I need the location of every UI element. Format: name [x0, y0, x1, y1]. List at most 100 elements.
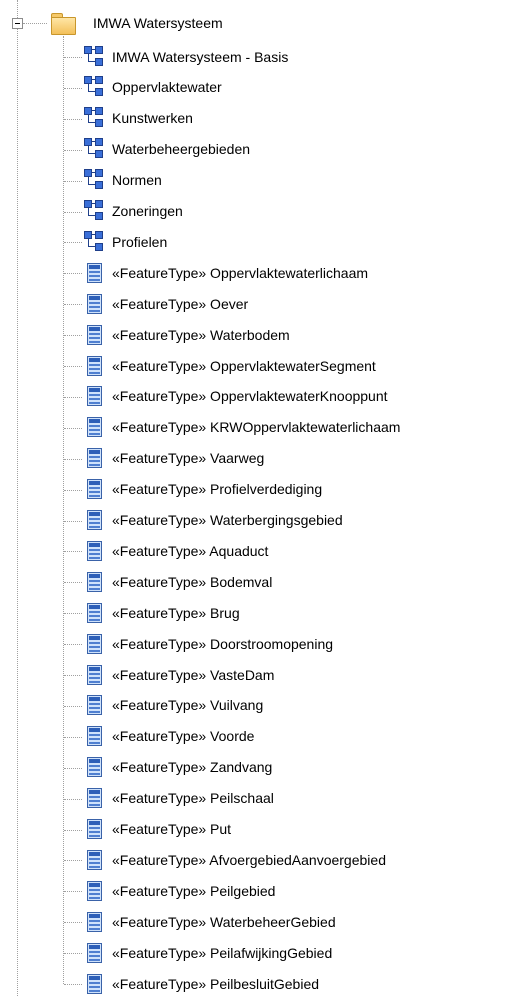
collapse-toggle-icon[interactable] — [12, 18, 23, 29]
tree-guide-line-branch — [64, 335, 82, 337]
tree-featuretype-node[interactable]: «FeatureType» Brug — [82, 598, 507, 627]
tree-guide-line-branch — [64, 953, 82, 955]
tree-featuretype-node[interactable]: «FeatureType» Waterbodem — [82, 320, 507, 349]
tree-featuretype-node[interactable]: «FeatureType» Voorde — [82, 722, 507, 751]
tree-guide-line-left — [17, 0, 18, 18]
package-icon — [82, 45, 106, 69]
tree-node-label: «FeatureType» Doorstroomopening — [112, 635, 334, 652]
tree-guide-line-branch — [64, 613, 82, 615]
tree-featuretype-node[interactable]: «FeatureType» AfvoergebiedAanvoergebied — [82, 845, 507, 874]
featuretype-icon — [82, 972, 106, 996]
tree-featuretype-node[interactable]: «FeatureType» PeilbesluitGebied — [82, 969, 507, 998]
tree-guide-line-branch — [64, 922, 82, 924]
featuretype-icon — [82, 632, 106, 656]
featuretype-icon — [82, 415, 106, 439]
tree-guide-line-branch — [64, 242, 82, 244]
tree-featuretype-node[interactable]: «FeatureType» Bodemval — [82, 567, 507, 596]
featuretype-icon — [82, 879, 106, 903]
tree-guide-line-branch — [64, 798, 82, 800]
featuretype-icon — [82, 446, 106, 470]
tree-featuretype-node[interactable]: «FeatureType» PeilafwijkingGebied — [82, 938, 507, 967]
package-icon — [82, 168, 106, 192]
tree-guide-line-branch — [64, 736, 82, 738]
tree-guide-line-branch — [64, 458, 82, 460]
featuretype-icon — [82, 817, 106, 841]
tree-featuretype-node[interactable]: «FeatureType» Zandvang — [82, 753, 507, 782]
tree-node-label: IMWA Watersysteem - Basis — [112, 48, 289, 65]
tree-node-label: «FeatureType» Put — [112, 821, 232, 837]
tree-root-label: IMWA Watersysteem — [93, 15, 223, 31]
project-browser-tree: IMWA Watersysteem IMWA Watersysteem - Ba… — [0, 0, 507, 996]
tree-featuretype-node[interactable]: «FeatureType» Put — [82, 815, 507, 844]
featuretype-icon — [82, 786, 106, 810]
tree-featuretype-node[interactable]: «FeatureType» Vuilvang — [82, 691, 507, 720]
tree-node-label: «FeatureType» Zandvang — [112, 759, 273, 776]
tree-node-label: «FeatureType» Vuilvang — [112, 697, 264, 714]
tree-node-label: «FeatureType» Peilschaal — [112, 790, 274, 807]
featuretype-icon — [82, 755, 106, 779]
tree-guide-line-branch — [64, 427, 82, 429]
tree-guide-line-branch — [64, 582, 82, 584]
tree-featuretype-node[interactable]: «FeatureType» Profielverdediging — [82, 475, 507, 504]
tree-guide-line-branch — [64, 180, 82, 182]
featuretype-icon — [82, 570, 106, 594]
tree-guide-line-branch — [64, 767, 82, 769]
tree-guide-line-branch — [64, 891, 82, 893]
tree-guide-line-branch — [64, 149, 82, 151]
tree-featuretype-node[interactable]: «FeatureType» Peilschaal — [82, 784, 507, 813]
tree-guide-line-branch — [64, 829, 82, 831]
tree-featuretype-node[interactable]: «FeatureType» VasteDam — [82, 660, 507, 689]
tree-node-label: «FeatureType» WaterbeheerGebied — [112, 913, 336, 930]
tree-guide-line-branch — [64, 304, 82, 306]
tree-root-node[interactable]: IMWA Watersysteem — [50, 11, 223, 35]
tree-package-node[interactable]: Oppervlaktewater — [82, 73, 507, 102]
tree-featuretype-node[interactable]: «FeatureType» Oever — [82, 289, 507, 318]
tree-node-label: «FeatureType» Profielverdediging — [112, 481, 323, 498]
tree-node-label: «FeatureType» Oever — [112, 295, 249, 312]
tree-featuretype-node[interactable]: «FeatureType» OppervlaktewaterSegment — [82, 351, 507, 380]
tree-package-node[interactable]: IMWA Watersysteem - Basis — [82, 42, 507, 71]
package-icon — [82, 106, 106, 130]
tree-guide-line-branch — [64, 396, 82, 398]
tree-node-label: «FeatureType» Bodemval — [112, 573, 273, 590]
tree-node-label: «FeatureType» OppervlaktewaterKnooppunt — [112, 388, 388, 405]
tree-featuretype-node[interactable]: «FeatureType» Doorstroomopening — [82, 629, 507, 658]
tree-featuretype-node[interactable]: «FeatureType» Oppervlaktewaterlichaam — [82, 258, 507, 287]
featuretype-icon — [82, 848, 106, 872]
featuretype-icon — [82, 910, 106, 934]
tree-node-label: Oppervlaktewater — [112, 79, 222, 96]
tree-node-label: Profielen — [112, 233, 168, 250]
tree-package-node[interactable]: Normen — [82, 166, 507, 195]
tree-guide-line-branch — [64, 675, 82, 676]
tree-guide-line-branch — [64, 705, 82, 707]
tree-guide-line-branch — [64, 87, 82, 89]
tree-guide-line-branch — [64, 644, 82, 646]
tree-node-label: «FeatureType» Aquaduct — [112, 542, 269, 559]
package-icon — [82, 199, 106, 223]
tree-node-label: «FeatureType» PeilafwijkingGebied — [112, 944, 333, 961]
tree-node-label: Waterbeheergebieden — [112, 141, 251, 158]
tree-featuretype-node[interactable]: «FeatureType» Peilgebied — [82, 876, 507, 905]
tree-node-label: «FeatureType» PeilbesluitGebied — [112, 975, 320, 992]
tree-featuretype-node[interactable]: «FeatureType» Aquaduct — [82, 536, 507, 565]
tree-node-label: «FeatureType» Oppervlaktewaterlichaam — [112, 264, 369, 281]
tree-package-node[interactable]: Profielen — [82, 227, 507, 256]
tree-guide-line-branch — [64, 366, 82, 367]
tree-featuretype-node[interactable]: «FeatureType» KRWOppervlaktewaterlichaam — [82, 413, 507, 442]
tree-featuretype-node[interactable]: «FeatureType» OppervlaktewaterKnooppunt — [82, 382, 507, 411]
tree-package-node[interactable]: Zoneringen — [82, 197, 507, 226]
tree-node-label: Normen — [112, 172, 162, 189]
featuretype-icon — [82, 508, 106, 532]
tree-featuretype-node[interactable]: «FeatureType» Vaarweg — [82, 444, 507, 473]
tree-featuretype-node[interactable]: «FeatureType» WaterbeheerGebied — [82, 907, 507, 936]
tree-guide-line-branch — [64, 57, 82, 58]
tree-featuretype-node[interactable]: «FeatureType» Waterbergingsgebied — [82, 506, 507, 535]
tree-guide-line-left-lower — [17, 29, 18, 996]
tree-guide-line-branch — [64, 118, 82, 120]
tree-node-label: «FeatureType» Waterbodem — [112, 326, 290, 343]
featuretype-icon — [82, 693, 106, 717]
featuretype-icon — [82, 261, 106, 285]
tree-package-node[interactable]: Kunstwerken — [82, 104, 507, 133]
featuretype-icon — [82, 384, 106, 408]
tree-package-node[interactable]: Waterbeheergebieden — [82, 135, 507, 164]
